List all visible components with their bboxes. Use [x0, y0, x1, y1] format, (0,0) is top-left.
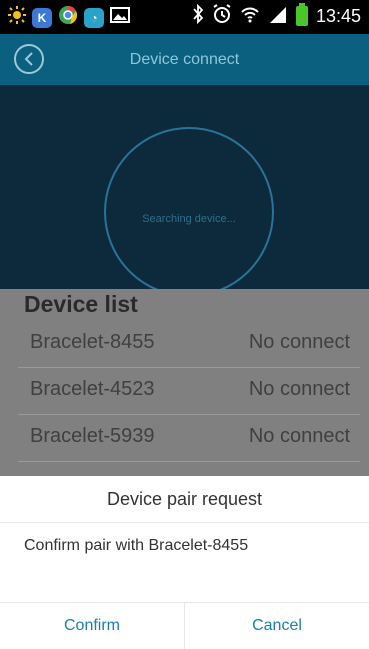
app-k-icon: K: [32, 7, 52, 28]
dialog-title: Device pair request: [0, 476, 369, 523]
brightness-icon: [8, 6, 26, 29]
app-icon: ◔: [84, 7, 104, 28]
device-status: No connect: [248, 331, 350, 353]
device-status: No connect: [248, 378, 350, 400]
chevron-left-icon: [24, 52, 33, 66]
pair-request-dialog: Device pair request Confirm pair with Br…: [0, 476, 369, 649]
search-ring: Searching device...: [104, 127, 274, 297]
signal-icon: [268, 4, 288, 29]
chrome-icon: [58, 5, 78, 30]
status-time: 13:45: [315, 5, 361, 26]
status-bar: K ◔ 13:45: [0, 0, 369, 34]
dialog-buttons: Confirm Cancel: [0, 602, 369, 649]
notification-icons: K ◔: [8, 5, 130, 30]
device-name: Bracelet-4523: [30, 378, 155, 400]
device-list-item[interactable]: Bracelet-8455 No connect: [18, 321, 360, 368]
device-status: No connect: [248, 425, 350, 447]
system-icons: 13:45: [192, 3, 361, 29]
search-status-text: Searching device...: [142, 213, 236, 225]
cancel-button[interactable]: Cancel: [184, 603, 369, 649]
wifi-icon: [240, 4, 260, 29]
confirm-button[interactable]: Confirm: [0, 603, 184, 649]
page-title: Device connect: [129, 51, 240, 68]
device-list-header: Device list: [24, 291, 138, 317]
device-list: Device list Bracelet-8455 No connect Bra…: [0, 289, 369, 478]
dialog-message: Confirm pair with Bracelet-8455: [24, 537, 249, 554]
bluetooth-icon: [192, 3, 204, 29]
device-name: Bracelet-8455: [30, 331, 155, 353]
device-list-item[interactable]: Bracelet-4523 No connect: [18, 368, 360, 415]
app-bar: Device connect: [0, 34, 369, 85]
device-list-item[interactable]: Bracelet-5939 No connect: [18, 415, 360, 462]
device-name: Bracelet-5939: [30, 425, 155, 447]
search-area: Searching device...: [0, 85, 369, 297]
image-icon: [110, 6, 130, 29]
alarm-icon: [212, 3, 232, 29]
back-button[interactable]: [14, 44, 44, 74]
battery-icon: [295, 3, 308, 26]
